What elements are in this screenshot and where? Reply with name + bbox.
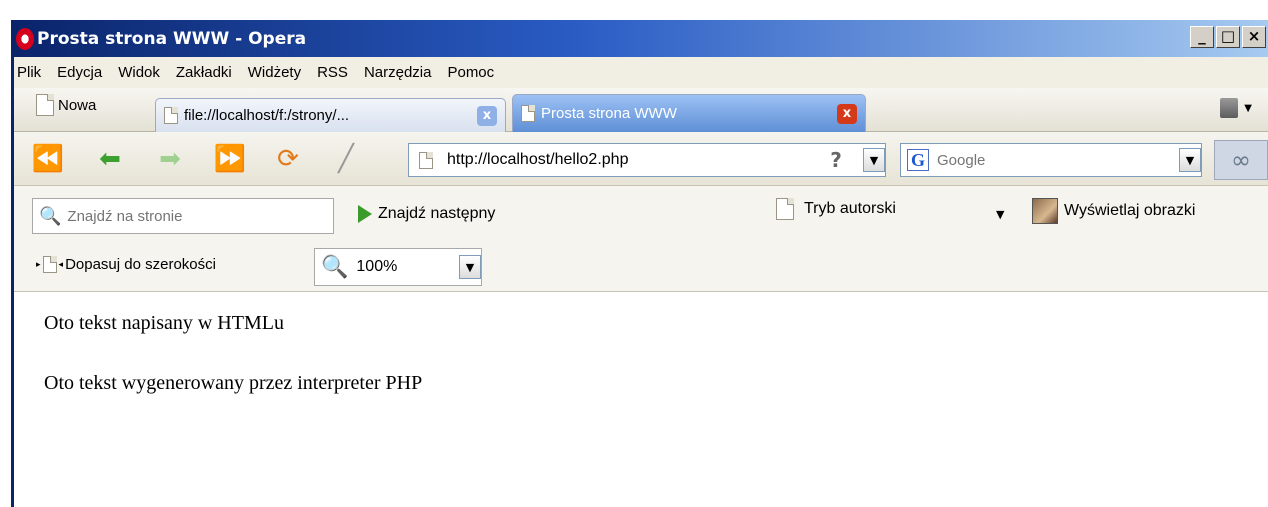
trash-icon [1220,98,1239,118]
menu-plik[interactable]: Plik [14,64,51,81]
rewind-icon: ⏪ [31,144,65,174]
site-info-icon[interactable]: ? [823,148,849,172]
forward-arrow-icon: ➡ [159,144,181,174]
fast-forward-button[interactable]: ⏩ [214,144,246,174]
find-on-page-box[interactable]: 🔍 [32,198,334,234]
tab-file[interactable]: file://localhost/f:/strony/... x [155,98,506,132]
zoom-value[interactable]: 100% [356,258,451,276]
paragraph-html: Oto tekst napisany w HTMLu [44,312,284,334]
menu-bar: Plik Edycja Widok Zakładki Widżety RSS N… [14,57,1268,88]
page-icon [521,105,535,122]
fit-to-width-label: Dopasuj do szerokości [65,256,216,273]
tab-label: file://localhost/f:/strony/... [184,107,350,124]
view-button[interactable]: ∞ [1214,140,1268,180]
chevron-down-icon[interactable]: ▼ [996,208,1004,221]
address-bar[interactable]: ? ▼ [408,143,886,177]
find-next-button[interactable]: Znajdź następny [358,205,495,223]
reload-button[interactable]: ⟳ [272,144,304,174]
new-tab-button[interactable]: Nowa [36,94,96,116]
tab-prosta-strona[interactable]: Prosta strona WWW x [512,94,866,132]
menu-pomoc[interactable]: Pomoc [441,64,504,81]
image-icon [1032,198,1058,224]
find-next-label: Znajdź następny [378,205,496,222]
menu-widzety[interactable]: Widżety [242,64,311,81]
author-mode-button[interactable]: Tryb autorski [776,198,896,220]
maximize-button[interactable]: □ [1216,26,1240,48]
zoom-toolbar: ▸ ◂ Dopasuj do szerokości 🔍 100% ▼ [14,240,1268,292]
close-button[interactable]: × [1242,26,1266,48]
tab-close-icon[interactable]: x [477,105,497,126]
menu-zakladki[interactable]: Zakładki [170,64,242,81]
window-title: Prosta strona WWW - Opera [37,28,307,49]
opera-logo-icon [16,27,34,50]
address-input[interactable] [447,151,809,169]
fast-forward-icon: ⏩ [213,144,247,174]
new-page-icon [36,94,54,116]
back-arrow-icon: ⬅ [99,144,121,174]
search-input[interactable] [937,151,1171,169]
title-bar[interactable]: Prosta strona WWW - Opera _ □ × [14,20,1268,57]
pen-icon: ╱ [338,144,354,174]
browser-window: Prosta strona WWW - Opera _ □ × Plik Edy… [11,20,1268,507]
page-icon [419,151,433,169]
zoom-control[interactable]: 🔍 100% ▼ [314,248,482,286]
arrow-left-icon: ◂ [58,259,64,269]
page-icon [164,107,178,124]
trash-button[interactable]: ▼ [1220,98,1252,118]
fit-to-width-button[interactable]: ▸ ◂ Dopasuj do szerokości [36,256,216,273]
page-content: Oto tekst napisany w HTMLu Oto tekst wyg… [14,292,1268,507]
menu-rss[interactable]: RSS [311,64,358,81]
menu-widok[interactable]: Widok [112,64,170,81]
google-logo-icon[interactable]: G [907,149,929,171]
paragraph-php: Oto tekst wygenerowany przez interpreter… [44,372,423,394]
find-input[interactable] [67,207,333,225]
show-images-button[interactable]: Wyświetlaj obrazki [1032,198,1195,224]
back-button[interactable]: ⬅ [94,144,126,174]
magnifier-icon: 🔍 [39,205,62,227]
tab-label: Prosta strona WWW [541,105,677,122]
arrow-right-icon: ▸ [36,259,41,269]
window-controls: _ □ × [1190,26,1266,48]
new-tab-label: Nowa [58,96,97,114]
search-box[interactable]: G ▼ [900,143,1202,177]
menu-edycja[interactable]: Edycja [51,64,112,81]
show-images-label: Wyświetlaj obrazki [1064,202,1196,219]
address-dropdown-button[interactable]: ▼ [863,148,885,172]
navigation-toolbar: ⏪ ⬅ ➡ ⏩ ⟳ ╱ ? ▼ G ▼ ∞ [14,132,1268,186]
tab-close-icon[interactable]: x [837,103,857,124]
chevron-down-icon: ▼ [1244,102,1252,114]
find-toolbar: 🔍 Znajdź następny Tryb autorski ▼ Wyświe… [14,186,1268,240]
tab-bar: Nowa file://localhost/f:/strony/... x Pr… [14,88,1268,132]
zoom-in-icon: 🔍 [321,254,349,280]
edit-button[interactable]: ╱ [330,144,362,174]
author-mode-label: Tryb autorski [804,200,896,217]
menu-narzedzia[interactable]: Narzędzia [358,64,442,81]
zoom-dropdown-button[interactable]: ▼ [459,255,481,279]
play-icon [358,205,372,223]
forward-button[interactable]: ➡ [154,144,186,174]
glasses-icon: ∞ [1231,146,1251,174]
author-page-icon [776,198,794,220]
rewind-button[interactable]: ⏪ [32,144,64,174]
page-icon [42,256,57,273]
search-dropdown-button[interactable]: ▼ [1179,148,1201,172]
reload-icon: ⟳ [277,144,299,174]
minimize-button[interactable]: _ [1190,26,1214,48]
